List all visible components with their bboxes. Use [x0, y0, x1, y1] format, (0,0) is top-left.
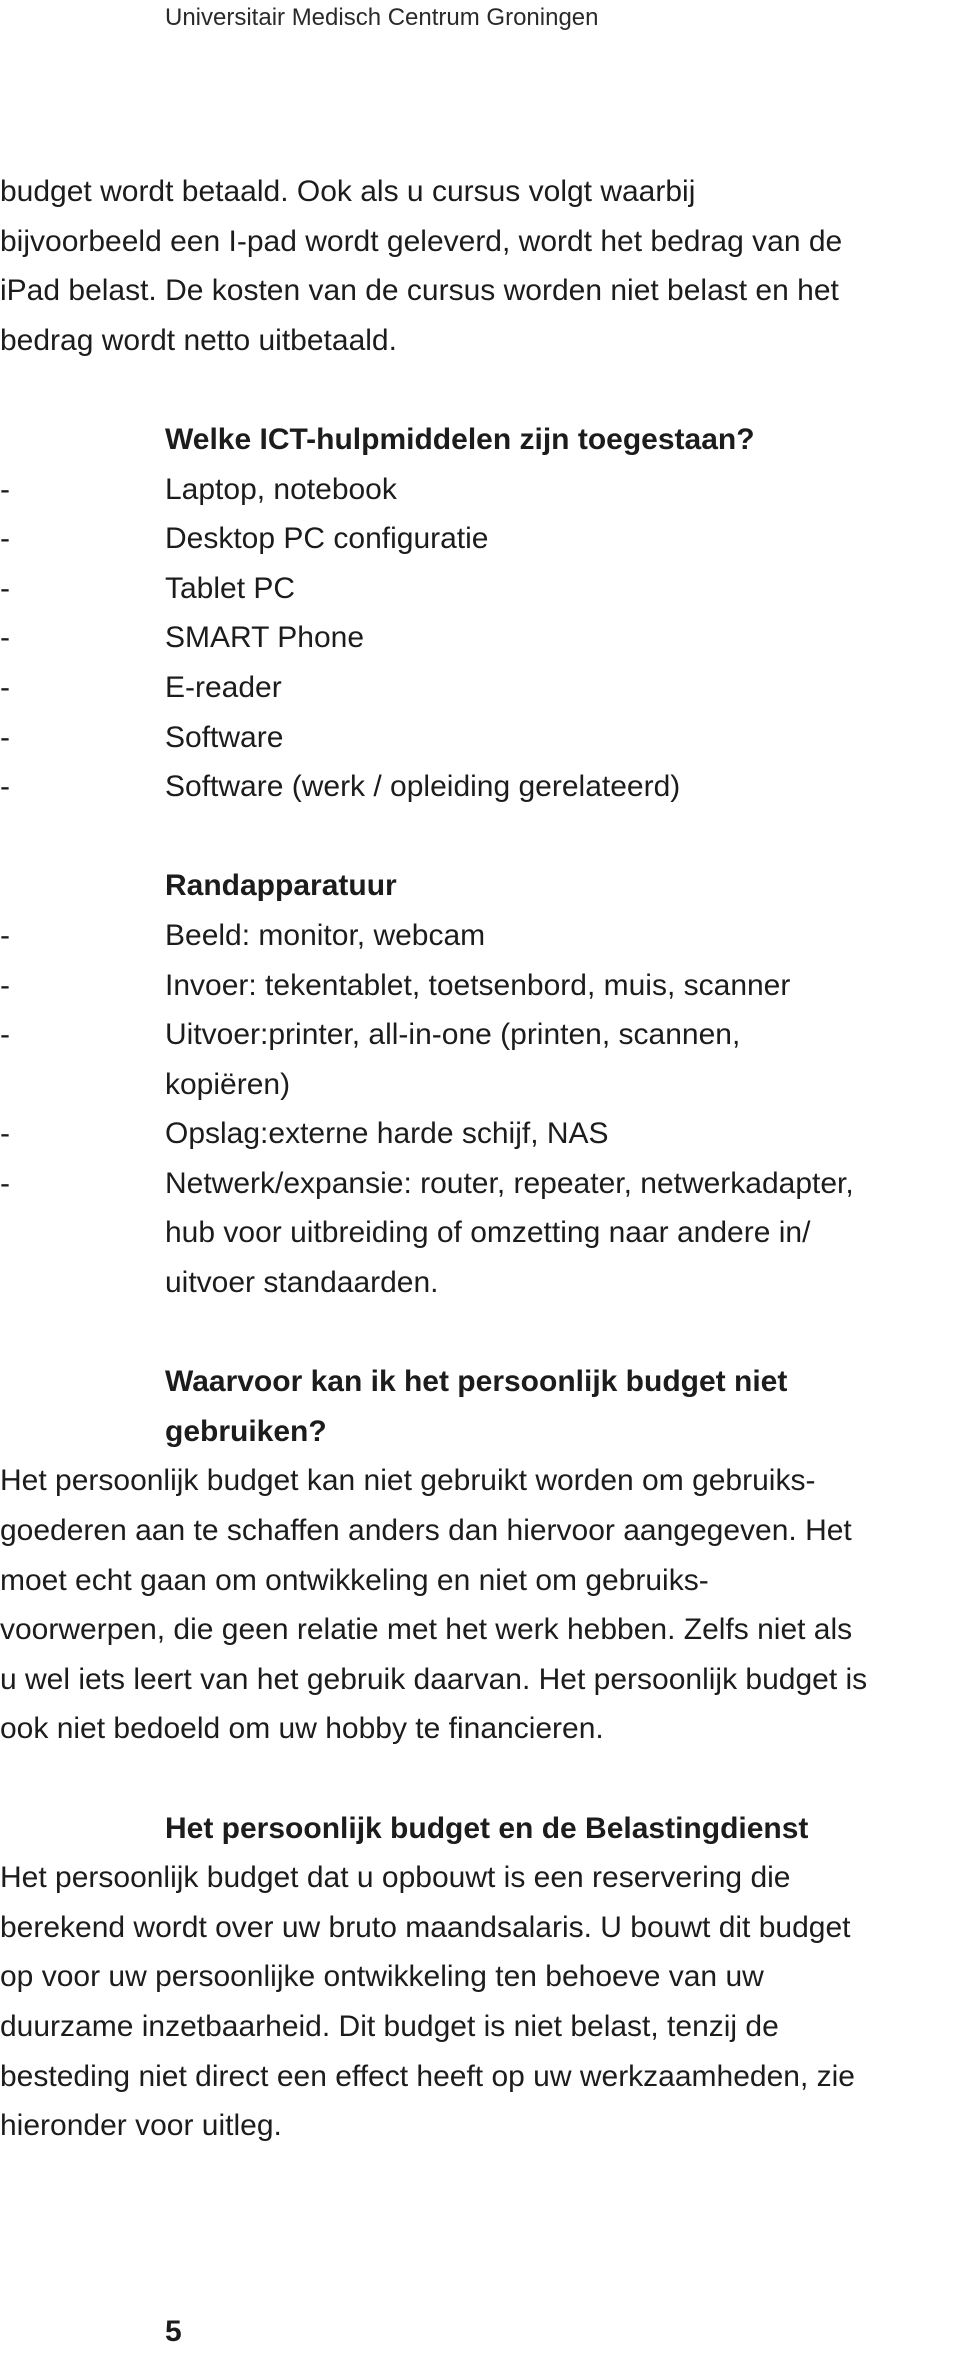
- list-item-text: Laptop, notebook: [165, 472, 397, 506]
- bullet-dash: -: [0, 670, 10, 704]
- list-item: - Opslag:externe harde schijf, NAS: [0, 1109, 960, 1159]
- list-item: - Software (werk / opleiding gerelateerd): [0, 762, 960, 812]
- paragraph-line: goederen aan te schaffen anders dan hier…: [0, 1514, 852, 1548]
- paragraph-line: iPad belast. De kosten van de cursus wor…: [0, 274, 839, 308]
- paragraph-line: berekend wordt over uw bruto maandsalari…: [0, 1910, 851, 1944]
- paragraph-line: hieronder voor uitleg.: [0, 2109, 282, 2143]
- list-item-text: Desktop PC configuratie: [165, 522, 489, 556]
- list-item-text: Software: [165, 720, 284, 754]
- heading-line: gebruiken?: [165, 1414, 327, 1448]
- bullet-dash: -: [0, 720, 10, 754]
- bullet-dash: -: [0, 1166, 10, 1200]
- list-item-text: Tablet PC: [165, 571, 296, 605]
- paragraph-line: voorwerpen, die geen relatie met het wer…: [0, 1613, 853, 1647]
- bullet-dash: -: [0, 571, 10, 605]
- section-heading-allowed-ict: Welke ICT-hulpmiddelen zijn toegestaan?: [165, 422, 755, 456]
- not-allowed-paragraph: Het persoonlijk budget kan niet gebruikt…: [0, 1456, 960, 1754]
- list-item: - Invoer: tekentablet, toetsenbord, muis,…: [0, 961, 960, 1011]
- list-item-continuation: uitvoer standaarden.: [165, 1266, 439, 1300]
- section-heading-not-allowed: Waarvoor kan ik het persoonlijk budget n…: [0, 1357, 960, 1456]
- intro-paragraph: budget wordt betaald. Ook als u cursus v…: [0, 167, 960, 365]
- bullet-dash: -: [0, 770, 10, 804]
- list-item-text: Beeld: monitor, webcam: [165, 918, 486, 952]
- section-heading-tax: Het persoonlijk budget en de Belastingdi…: [165, 1811, 809, 1845]
- paragraph-line: duurzame inzetbaarheid. Dit budget is ni…: [0, 2009, 779, 2043]
- list-item: - Desktop PC configuratie: [0, 514, 960, 564]
- tax-paragraph: Het persoonlijk budget dat u opbouwt is …: [0, 1853, 960, 2151]
- list-item-continuation: kopiëren): [165, 1067, 291, 1101]
- list-item: - Beeld: monitor, webcam: [0, 911, 960, 961]
- list-item-first-line: - Uitvoer:printer, all-in-one (printen, s…: [0, 1010, 960, 1060]
- bullet-dash: -: [0, 918, 10, 952]
- page-number: 5: [165, 2315, 182, 2348]
- list-item: - Software: [0, 713, 960, 763]
- list-item: - Tablet PC: [0, 564, 960, 614]
- list-item-text: Software (werk / opleiding gerelateerd): [165, 770, 681, 804]
- running-header: Universitair Medisch Centrum Groningen: [165, 4, 599, 31]
- list-item-text: Uitvoer:printer, all-in-one (printen, sc…: [165, 1018, 741, 1052]
- heading-line: Waarvoor kan ik het persoonlijk budget n…: [165, 1365, 788, 1399]
- bullet-dash: -: [0, 522, 10, 556]
- list-item-text: Netwerk/expansie: router, repeater, netw…: [165, 1166, 854, 1200]
- paragraph-line: moet echt gaan om ontwikkeling en niet o…: [0, 1563, 709, 1597]
- paragraph-line: besteding niet direct een effect heeft o…: [0, 2059, 855, 2093]
- bullet-dash: -: [0, 1018, 10, 1052]
- list-item-text: Opslag:externe harde schijf, NAS: [165, 1117, 609, 1151]
- list-item-text: Invoer: tekentablet, toetsenbord, muis, …: [165, 968, 791, 1002]
- list-item: - SMART Phone: [0, 613, 960, 663]
- paragraph-line: ook niet bedoeld om uw hobby te financie…: [0, 1712, 604, 1746]
- peripherals-list: - Beeld: monitor, webcam - Invoer: tekenta…: [0, 911, 960, 1308]
- paragraph-line: op voor uw persoonlijke ontwikkeling ten…: [0, 1960, 764, 1994]
- list-item-text: SMART Phone: [165, 621, 364, 655]
- paragraph-line: bedrag wordt netto uitbetaald.: [0, 323, 397, 357]
- list-item-continuation: hub voor uitbreiding of omzetting naar a…: [165, 1216, 811, 1250]
- page-content: budget wordt betaald. Ook als u cursus v…: [0, 167, 960, 2151]
- list-item: - Laptop, notebook: [0, 465, 960, 515]
- list-item: - Uitvoer:printer, all-in-one (printen, s…: [0, 1010, 960, 1109]
- section-heading-peripherals: Randapparatuur: [165, 869, 397, 903]
- paragraph-line: bijvoorbeeld een I-pad wordt geleverd, w…: [0, 224, 843, 258]
- allowed-ict-list: - Laptop, notebook - Desktop PC configurat…: [0, 465, 960, 812]
- paragraph-line: Het persoonlijk budget dat u opbouwt is …: [0, 1861, 791, 1895]
- list-item: - Netwerk/expansie: router, repeater, net…: [0, 1159, 960, 1308]
- list-item-text: E-reader: [165, 670, 282, 704]
- list-item-first-line: - Netwerk/expansie: router, repeater, net…: [0, 1159, 960, 1209]
- bullet-dash: -: [0, 1117, 10, 1151]
- list-item: - E-reader: [0, 663, 960, 713]
- bullet-dash: -: [0, 472, 10, 506]
- bullet-dash: -: [0, 968, 10, 1002]
- paragraph-line: budget wordt betaald. Ook als u cursus v…: [0, 175, 696, 208]
- paragraph-line: Het persoonlijk budget kan niet gebruikt…: [0, 1464, 816, 1498]
- paragraph-line: u wel iets leert van het gebruik daarvan…: [0, 1662, 868, 1696]
- bullet-dash: -: [0, 621, 10, 655]
